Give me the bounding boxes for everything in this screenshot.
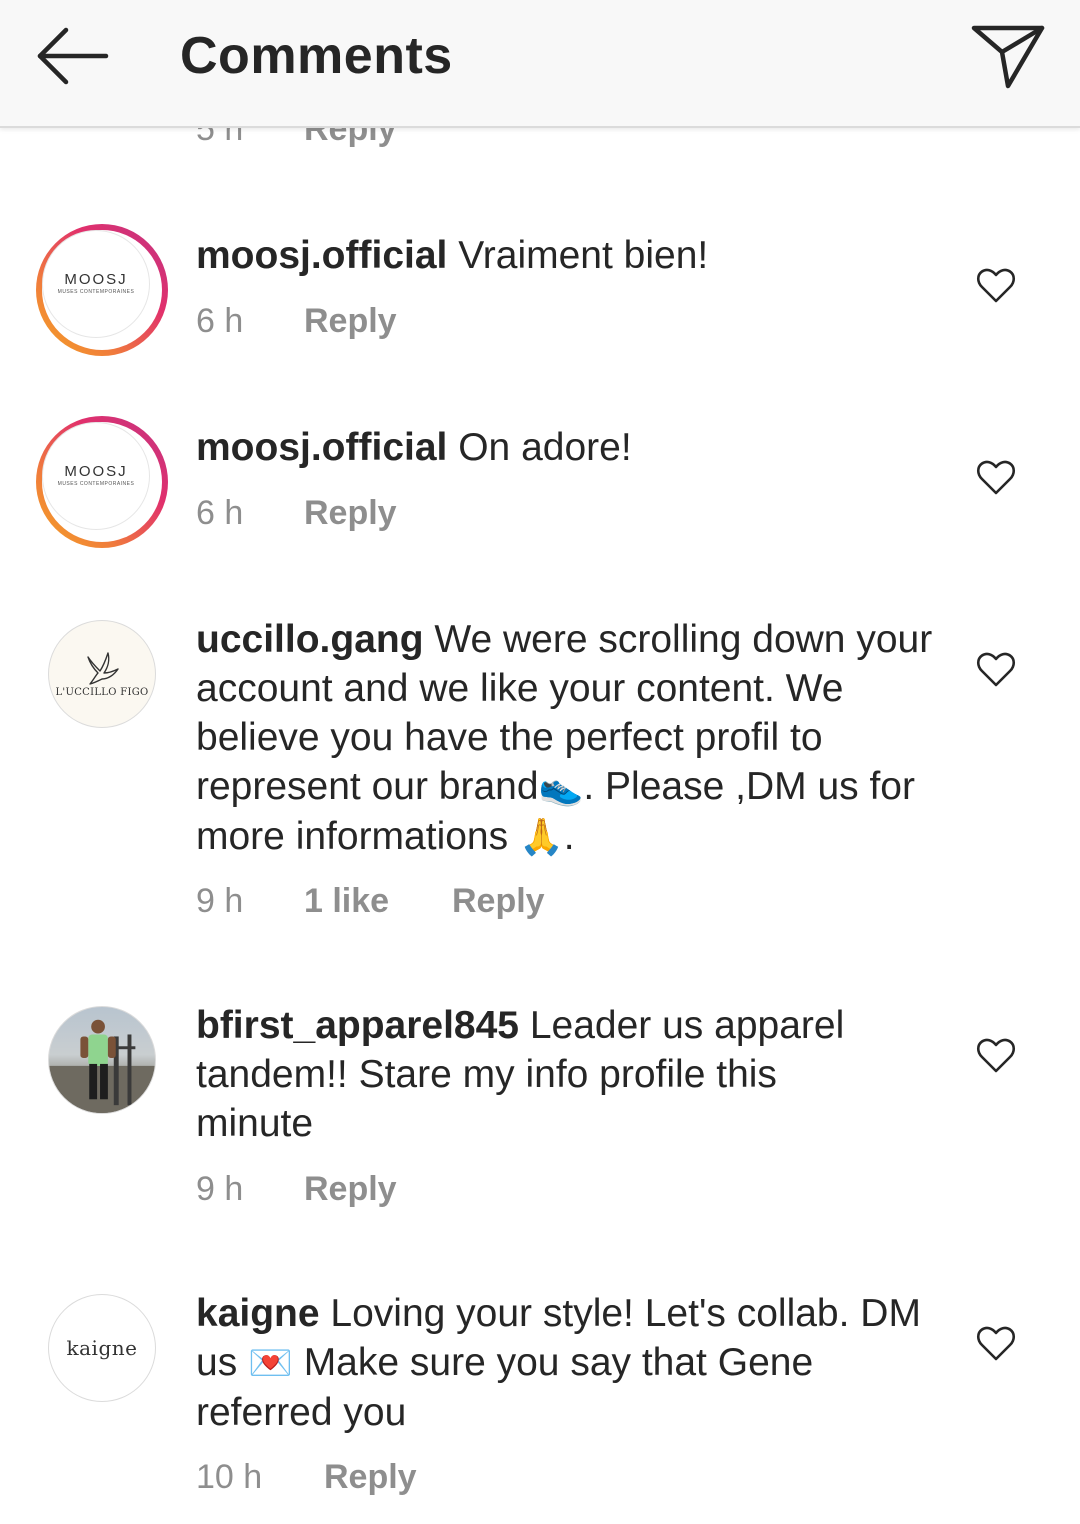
share-button[interactable]: [966, 16, 1050, 96]
heart-outline-icon[interactable]: [976, 1036, 1016, 1076]
profile-photo: [49, 1019, 155, 1113]
heart-outline-icon[interactable]: [976, 1324, 1016, 1364]
comment-time: 6 h: [196, 494, 244, 532]
comment-text: kaigne Loving your style! Let's collab. …: [196, 1292, 921, 1434]
comment-username[interactable]: kaigne: [196, 1292, 320, 1335]
comment-meta: 6 h Reply: [196, 491, 397, 535]
praying-hands-emoji: 🙏: [518, 817, 564, 858]
comment-meta: 6 h Reply: [196, 299, 397, 343]
moosj-logo: MOOSJ MUSES CONTEMPORAINES: [42, 422, 150, 530]
sneaker-emoji: 👟: [538, 767, 584, 808]
heart-outline-icon[interactable]: [976, 458, 1016, 498]
likes-count[interactable]: 1 like: [304, 879, 452, 923]
comment-body: On adore!: [458, 426, 632, 469]
avatar[interactable]: [48, 1006, 156, 1114]
reply-button[interactable]: Reply: [304, 1167, 397, 1211]
kaigne-logo: kaigne: [66, 1336, 138, 1360]
avatar[interactable]: L'UCCILLO FIGO: [48, 620, 156, 728]
reply-button[interactable]: Reply: [452, 879, 545, 923]
arrow-left-icon: [37, 27, 109, 85]
top-bar: Comments: [0, 0, 1080, 128]
comment-text: moosj.official Vraiment bien!: [196, 231, 946, 280]
uccillo-logo: L'UCCILLO FIGO: [55, 651, 148, 698]
bird-icon: [87, 651, 119, 685]
comment-text: moosj.official On adore!: [196, 423, 946, 472]
comment-time: 10 h: [196, 1458, 263, 1496]
comment-username[interactable]: bfirst_apparel845: [196, 1004, 519, 1047]
reply-button[interactable]: Reply: [304, 299, 397, 343]
comment-username[interactable]: moosj.official: [196, 234, 447, 277]
avatar[interactable]: kaigne: [48, 1294, 156, 1402]
comment-meta: 10 h Reply: [196, 1455, 417, 1499]
heart-outline-icon[interactable]: [976, 650, 1016, 690]
back-button[interactable]: [30, 18, 114, 94]
avatar[interactable]: MOOSJ MUSES CONTEMPORAINES: [36, 224, 168, 356]
paper-plane-icon: [971, 25, 1045, 89]
comment-time: 6 h: [196, 302, 244, 340]
comment-username[interactable]: moosj.official: [196, 426, 447, 469]
love-letter-emoji: 💌: [248, 1343, 293, 1384]
comment-text: uccillo.gang We were scrolling down your…: [196, 618, 933, 858]
page-title: Comments: [180, 27, 453, 85]
reply-button[interactable]: Reply: [304, 491, 397, 535]
comment-body: Vraiment bien!: [458, 234, 709, 277]
moosj-logo: MOOSJ MUSES CONTEMPORAINES: [42, 230, 150, 338]
comment-text: bfirst_apparel845 Leader us apparel tand…: [196, 1001, 896, 1148]
comment-username[interactable]: uccillo.gang: [196, 618, 424, 661]
comment-meta: 9 h 1 like Reply: [196, 879, 545, 923]
comment-meta: 9 h Reply: [196, 1167, 397, 1211]
comment-time: 9 h: [196, 1170, 244, 1208]
avatar[interactable]: MOOSJ MUSES CONTEMPORAINES: [36, 416, 168, 548]
reply-button[interactable]: Reply: [324, 1455, 417, 1499]
heart-outline-icon[interactable]: [976, 266, 1016, 306]
comment-time: 9 h: [196, 882, 244, 920]
